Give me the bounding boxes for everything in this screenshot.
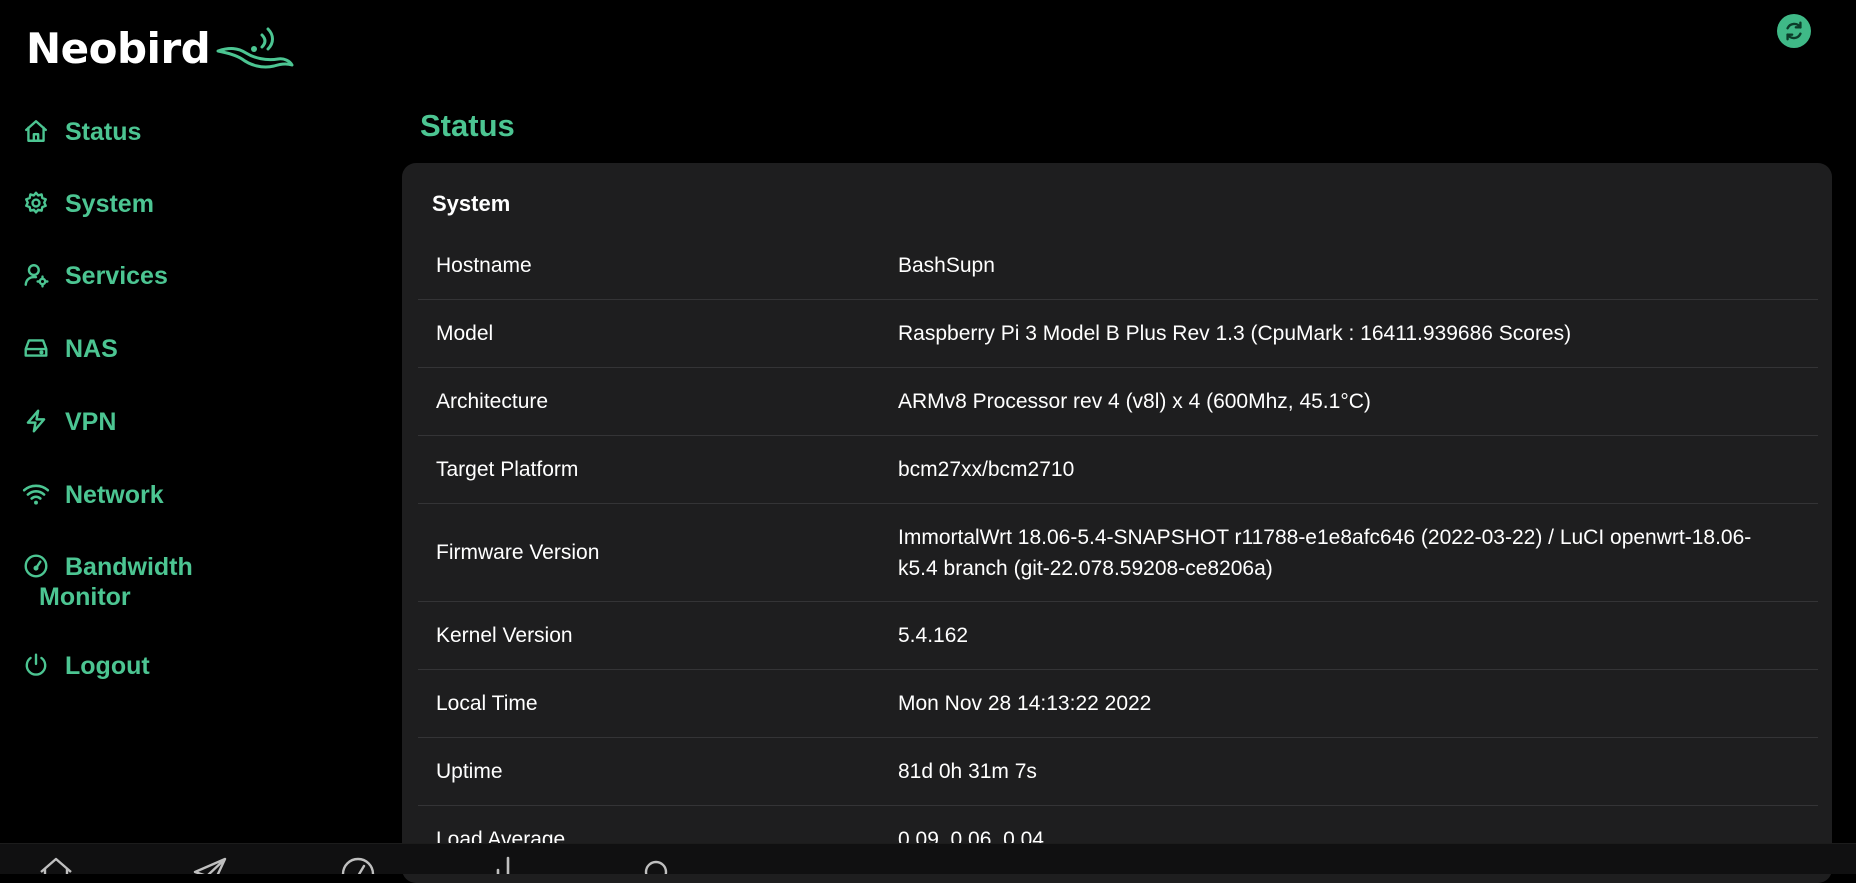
page-title: Status — [420, 108, 515, 143]
sidebar-item-vpn[interactable]: VPN — [22, 407, 116, 437]
home-icon — [22, 117, 50, 145]
row-value: 5.4.162 — [898, 624, 969, 647]
bolt-icon — [22, 407, 50, 435]
sidebar-item-logout[interactable]: Logout — [22, 651, 150, 681]
sidebar-item-nas[interactable]: NAS — [22, 334, 118, 364]
sidebar-item-label: Network — [65, 481, 164, 509]
system-info-table: Hostname BashSupn Model Raspberry Pi 3 M… — [418, 232, 1818, 874]
row-key: Kernel Version — [436, 623, 573, 647]
table-row: Model Raspberry Pi 3 Model B Plus Rev 1.… — [418, 300, 1818, 368]
row-value: bcm27xx/bcm2710 — [898, 458, 1075, 481]
user-gear-icon — [22, 261, 50, 289]
row-value: ImmortalWrt 18.06-5.4-SNAPSHOT r11788-e1… — [898, 525, 1752, 580]
gear-icon — [22, 189, 50, 217]
sidebar-item-status[interactable]: Status — [22, 117, 141, 147]
row-key: Target Platform — [436, 457, 579, 481]
card-title: System — [432, 191, 511, 216]
drive-icon — [22, 334, 50, 362]
table-row: Architecture ARMv8 Processor rev 4 (v8l)… — [418, 368, 1818, 436]
sidebar-item-label: VPN — [65, 408, 117, 436]
row-key: Model — [436, 321, 494, 345]
search-icon[interactable] — [640, 856, 676, 874]
wifi-icon — [22, 480, 50, 508]
row-key: Architecture — [436, 389, 549, 413]
sidebar-item-label: Services — [65, 262, 168, 290]
sidebar-item-services[interactable]: Services — [22, 261, 168, 291]
row-key: Firmware Version — [436, 540, 600, 564]
sidebar-item-label-line2: Monitor — [39, 583, 131, 611]
refresh-icon — [1786, 21, 1802, 41]
sidebar-item-bandwidth-monitor[interactable]: Bandwidth Monitor — [22, 552, 265, 611]
row-key: Local Time — [436, 691, 538, 715]
row-value: Raspberry Pi 3 Model B Plus Rev 1.3 (Cpu… — [898, 322, 1572, 345]
power-icon — [22, 651, 50, 679]
sidebar-item-network[interactable]: Network — [22, 480, 164, 510]
brand-logo[interactable]: Neobird — [26, 20, 294, 76]
system-info-card: System Hostname BashSupn Model Raspberry… — [402, 163, 1832, 883]
sidebar-item-label: Bandwidth — [65, 553, 193, 581]
bird-logo-icon — [216, 27, 294, 69]
sidebar-item-label: Logout — [65, 652, 150, 680]
table-row: Firmware Version ImmortalWrt 18.06-5.4-S… — [418, 504, 1818, 602]
table-row: Kernel Version 5.4.162 — [418, 602, 1818, 670]
gauge-icon[interactable] — [340, 856, 376, 874]
row-key: Uptime — [436, 759, 503, 783]
sidebar-item-label: Status — [65, 118, 142, 146]
row-key: Hostname — [436, 253, 532, 277]
sidebar-item-label: NAS — [65, 335, 118, 363]
row-value: Mon Nov 28 14:13:22 2022 — [898, 692, 1152, 715]
refresh-button[interactable] — [1777, 14, 1811, 48]
chart-icon[interactable] — [492, 856, 528, 874]
home-icon[interactable] — [38, 856, 74, 874]
sidebar-item-system[interactable]: System — [22, 189, 154, 219]
bottom-nav-bar — [0, 843, 1856, 874]
row-value: ARMv8 Processor rev 4 (v8l) x 4 (600Mhz,… — [898, 390, 1371, 413]
table-row: Hostname BashSupn — [418, 232, 1818, 300]
brand-name: Neobird — [26, 23, 211, 73]
table-row: Local Time Mon Nov 28 14:13:22 2022 — [418, 670, 1818, 738]
send-icon[interactable] — [192, 856, 228, 874]
sidebar-item-label: System — [65, 190, 154, 218]
table-row: Target Platform bcm27xx/bcm2710 — [418, 436, 1818, 504]
gauge-icon — [22, 552, 50, 580]
row-value: 81d 0h 31m 7s — [898, 760, 1037, 783]
row-value: BashSupn — [898, 254, 995, 277]
table-row: Uptime 81d 0h 31m 7s — [418, 738, 1818, 806]
